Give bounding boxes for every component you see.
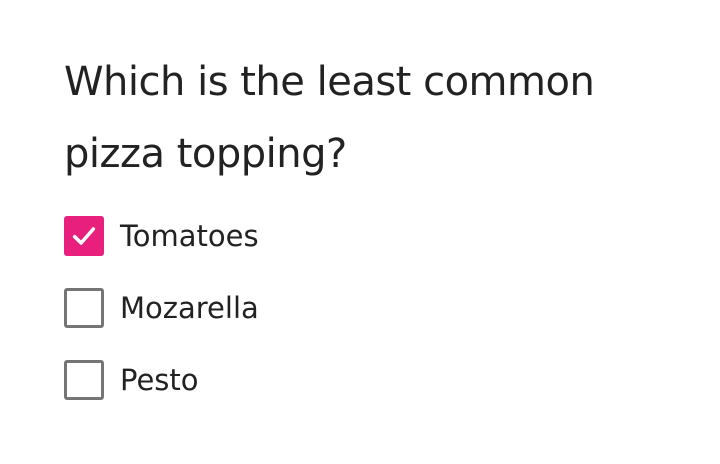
options-list: Tomatoes Mozarella Pesto: [64, 216, 259, 432]
option-tomatoes[interactable]: Tomatoes: [64, 216, 259, 256]
mozarella-checkbox[interactable]: [64, 288, 104, 328]
tomatoes-checkbox[interactable]: [64, 216, 104, 256]
option-label-mozarella: Mozarella: [120, 291, 259, 325]
option-pesto[interactable]: Pesto: [64, 360, 259, 400]
pesto-checkbox[interactable]: [64, 360, 104, 400]
option-label-tomatoes: Tomatoes: [120, 219, 259, 253]
option-mozarella[interactable]: Mozarella: [64, 288, 259, 328]
question-title: Which is the least common pizza topping?: [64, 59, 595, 177]
quiz-card: Which is the least common pizza topping?…: [64, 46, 664, 400]
option-label-pesto: Pesto: [120, 363, 199, 397]
check-icon: [72, 227, 96, 245]
